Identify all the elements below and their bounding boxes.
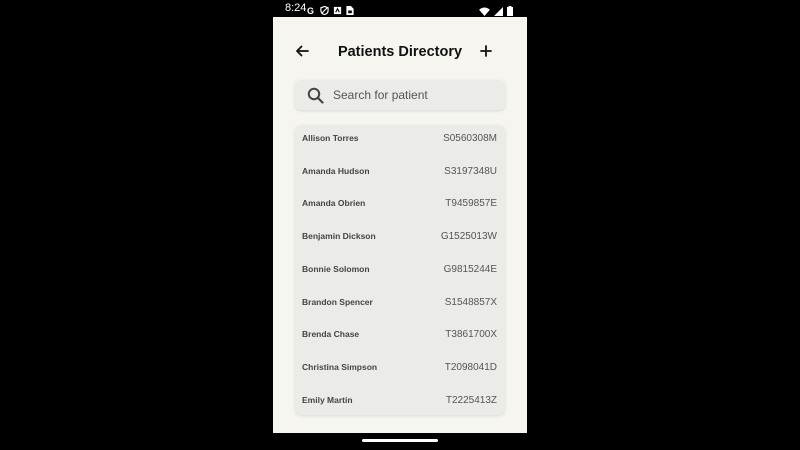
patient-id: S1548857X xyxy=(444,296,497,308)
list-item[interactable]: Brandon Spencer S1548857X xyxy=(295,289,505,321)
list-item[interactable]: Brenda Chase T3861700X xyxy=(295,321,505,353)
search-icon xyxy=(307,87,324,109)
list-item[interactable]: Amanda Hudson S3197348U xyxy=(295,158,505,190)
search-bar xyxy=(295,80,505,110)
patient-id: T2098041D xyxy=(444,361,497,373)
list-item[interactable]: Bonnie Solomon G9815244E xyxy=(295,256,505,288)
list-item[interactable]: Amanda Obrien T9459857E xyxy=(295,190,505,222)
patient-id: T9459857E xyxy=(445,198,497,210)
patient-id: G9815244E xyxy=(443,263,497,275)
search-input[interactable] xyxy=(333,80,498,110)
home-indicator[interactable] xyxy=(362,439,438,442)
plus-icon xyxy=(480,44,492,62)
patient-name: Amanda Hudson xyxy=(302,165,370,176)
patient-id: G1525013W xyxy=(440,231,497,243)
patient-name: Benjamin Dickson xyxy=(302,231,376,242)
patient-id: S3197348U xyxy=(444,165,497,177)
app-header: Patients Directory xyxy=(273,39,527,69)
patient-name: Amanda Obrien xyxy=(302,198,366,209)
status-time: 8:24 xyxy=(285,2,307,14)
patient-name: Brenda Chase xyxy=(302,329,360,340)
patient-name: Bonnie Solomon xyxy=(302,263,370,274)
patient-id: T2225413Z xyxy=(445,394,497,406)
list-item[interactable]: Benjamin Dickson G1525013W xyxy=(295,223,505,255)
patient-list: Allison Torres S0560308M Amanda Hudson S… xyxy=(295,125,505,415)
add-patient-button[interactable] xyxy=(475,42,497,64)
svg-text:G: G xyxy=(307,6,314,15)
app-screen: Patients Directory Allison Torres S05603… xyxy=(273,17,527,433)
status-bar: 8:24 G xyxy=(273,0,527,17)
patient-name: Emily Martin xyxy=(302,394,353,405)
patient-id: T3861700X xyxy=(445,329,497,341)
patient-name: Allison Torres xyxy=(302,133,359,143)
patient-id: S0560308M xyxy=(443,133,497,144)
list-item[interactable]: Christina Simpson T2098041D xyxy=(295,354,505,386)
list-item[interactable]: Allison Torres S0560308M xyxy=(295,125,505,157)
patient-name: Brandon Spencer xyxy=(302,296,373,307)
patient-name: Christina Simpson xyxy=(302,361,378,372)
list-item[interactable]: Emily Martin T2225413Z xyxy=(295,387,505,415)
